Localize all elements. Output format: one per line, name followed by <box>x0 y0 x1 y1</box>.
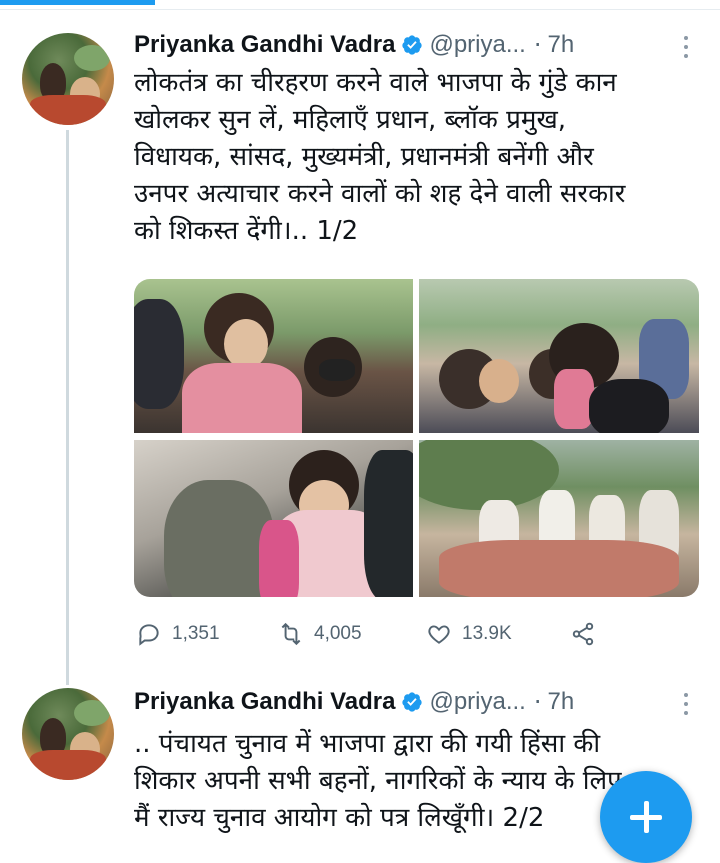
reply-count: 1,351 <box>172 623 220 644</box>
photo-1[interactable] <box>134 279 413 433</box>
share-button[interactable] <box>570 619 596 649</box>
verified-badge-icon <box>402 35 423 55</box>
share-icon <box>572 622 594 646</box>
retweet-count: 4,005 <box>314 623 362 644</box>
author-handle[interactable]: @priya... <box>429 688 525 716</box>
photo-3[interactable] <box>134 440 413 597</box>
tweet-actions: 1,351 4,005 13.9K <box>134 619 694 649</box>
avatar[interactable] <box>22 688 114 780</box>
avatar[interactable] <box>22 33 114 125</box>
timestamp[interactable]: 7h <box>547 31 574 59</box>
retweet-button[interactable]: 4,005 <box>278 619 362 649</box>
like-button[interactable]: 13.9K <box>426 619 512 649</box>
verified-badge-icon <box>402 692 423 712</box>
tweet-header: Priyanka Gandhi Vadra @priya... · 7h <box>134 687 574 717</box>
photo-2[interactable] <box>419 279 699 433</box>
author-name[interactable]: Priyanka Gandhi Vadra <box>134 31 395 59</box>
reply-icon <box>139 624 159 646</box>
separator-dot: · <box>533 31 542 59</box>
author-name[interactable]: Priyanka Gandhi Vadra <box>134 688 395 716</box>
retweet-icon <box>281 622 301 646</box>
photo-4[interactable] <box>419 440 699 597</box>
separator-dot: · <box>533 688 542 716</box>
tweet-1[interactable]: Priyanka Gandhi Vadra @priya... · 7h लोक… <box>0 0 720 685</box>
timestamp[interactable]: 7h <box>547 688 574 716</box>
media-grid[interactable] <box>134 279 699 597</box>
author-handle[interactable]: @priya... <box>429 31 525 59</box>
heart-icon <box>428 625 450 644</box>
thread-connector <box>66 130 69 685</box>
like-count: 13.9K <box>462 623 512 644</box>
compose-button[interactable] <box>600 771 692 863</box>
tweet-header: Priyanka Gandhi Vadra @priya... · 7h <box>134 30 574 60</box>
more-options-icon[interactable] <box>683 36 689 60</box>
reply-button[interactable]: 1,351 <box>136 619 220 649</box>
more-options-icon[interactable] <box>683 693 689 717</box>
tweet-text: लोकतंत्र का चीरहरण करने वाले भाजपा के गु… <box>134 68 626 246</box>
